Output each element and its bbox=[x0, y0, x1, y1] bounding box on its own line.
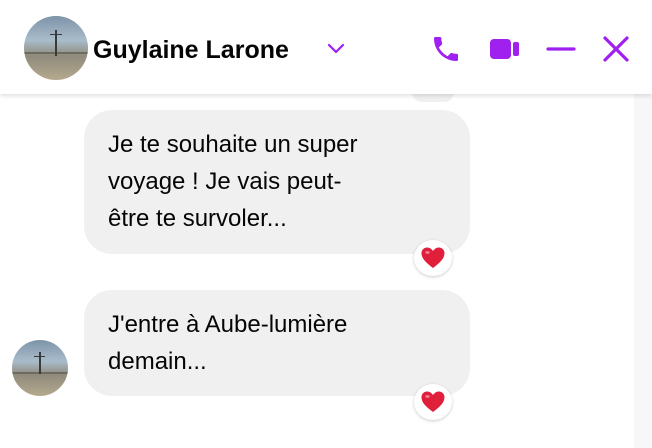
heart-icon bbox=[421, 247, 445, 268]
sender-avatar[interactable] bbox=[12, 340, 68, 396]
call-button[interactable] bbox=[428, 32, 464, 66]
chat-header: Guylaine Larone bbox=[0, 0, 652, 94]
scrollbar-track[interactable] bbox=[634, 94, 652, 448]
heart-icon bbox=[421, 391, 445, 412]
video-call-button[interactable] bbox=[487, 32, 523, 66]
heart-reaction[interactable] bbox=[414, 240, 452, 276]
chevron-down-icon[interactable] bbox=[324, 38, 348, 60]
heart-reaction[interactable] bbox=[414, 384, 452, 420]
close-icon bbox=[603, 36, 629, 62]
contact-avatar[interactable] bbox=[24, 16, 88, 80]
video-camera-icon bbox=[490, 39, 519, 59]
chat-window: Guylaine Larone Je te souhaite un super … bbox=[0, 0, 652, 448]
minimize-icon bbox=[546, 47, 576, 51]
avatar-tree-branch bbox=[50, 34, 62, 35]
message-bubble[interactable]: J'entre à Aube-lumière demain... bbox=[84, 290, 470, 396]
phone-icon bbox=[434, 37, 458, 61]
minimize-button[interactable] bbox=[543, 32, 579, 66]
message-bubble[interactable]: Je te souhaite un super voyage ! Je vais… bbox=[84, 110, 470, 254]
avatar-tree-branch bbox=[34, 356, 45, 357]
close-button[interactable] bbox=[598, 32, 634, 66]
contact-name[interactable]: Guylaine Larone bbox=[93, 34, 289, 66]
